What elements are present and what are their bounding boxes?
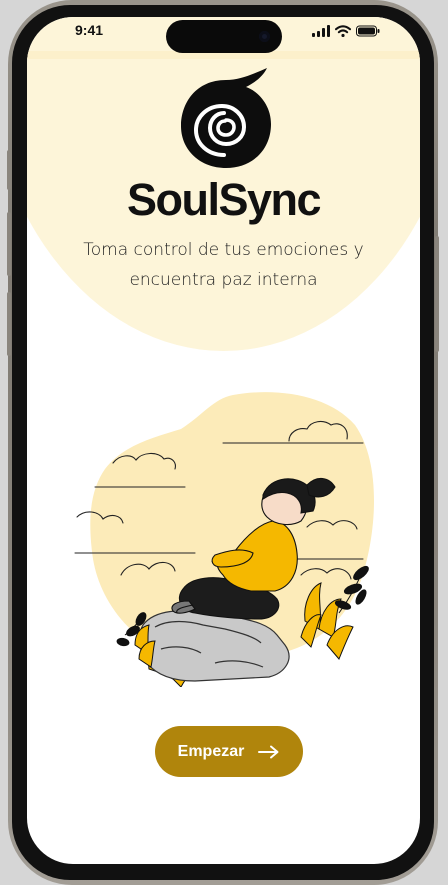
- dynamic-island: [166, 20, 282, 53]
- camera-icon: [259, 31, 270, 42]
- start-button-label: Empezar: [177, 742, 245, 760]
- wifi-icon: [335, 25, 351, 37]
- start-button[interactable]: Empezar: [155, 726, 303, 777]
- status-icons: [312, 25, 380, 37]
- arrow-right-icon: [258, 745, 279, 758]
- side-button: [7, 150, 11, 190]
- app-tagline: Toma control de tus emociones y encuentr…: [83, 240, 364, 290]
- side-button: [7, 292, 11, 356]
- meditation-illustration: [74, 392, 375, 687]
- signal-icon: [312, 25, 330, 37]
- battery-icon: [356, 25, 380, 37]
- app-screen: 9:41 SoulSync Toma control de tus emocio…: [27, 17, 420, 864]
- side-button: [435, 236, 439, 352]
- soulsync-logo: [181, 68, 271, 168]
- status-time: 9:41: [75, 22, 104, 38]
- app-title: SoulSync: [126, 174, 322, 225]
- side-button: [7, 212, 11, 276]
